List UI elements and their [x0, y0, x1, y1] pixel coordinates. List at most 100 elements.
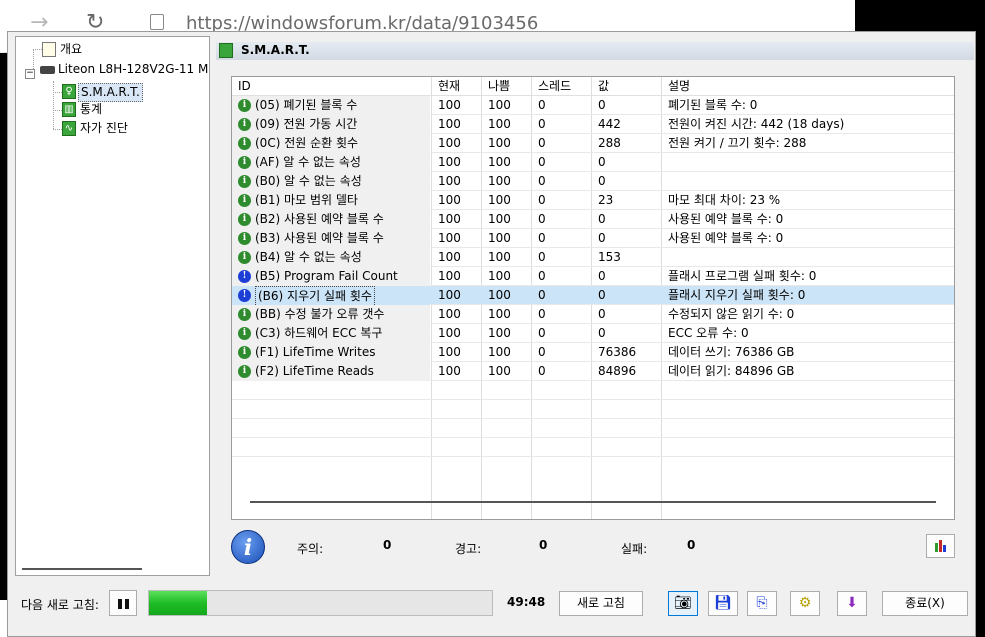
cell-worst: 100 — [488, 307, 511, 321]
cell-val: 84896 — [598, 364, 637, 378]
copy-icon: ⎘ — [756, 595, 768, 611]
cell-thr: 0 — [538, 250, 546, 264]
smart-panel: ID 현재 나쁨 스레드 값 설명 i (05) 폐기된 블록 수 100 100 0 0… — [216, 62, 974, 574]
cell-thr: 0 — [538, 326, 546, 340]
status-ok-icon: i — [238, 156, 251, 169]
drive-icon — [40, 66, 55, 74]
column-header-current[interactable]: 현재 — [438, 77, 460, 96]
attribute-name: (0C) 전원 순환 횟수 — [255, 136, 359, 150]
options-button[interactable]: ⚙ — [790, 591, 820, 616]
sidebar-scrollbar[interactable] — [22, 568, 142, 570]
cell-worst: 100 — [488, 98, 511, 112]
attribute-name: (B1) 마모 범위 델타 — [255, 193, 358, 207]
attribute-id-cell: i (B4) 알 수 없는 속성 — [232, 248, 430, 267]
cell-worst: 100 — [488, 136, 511, 150]
attribute-id-cell: i (B2) 사용된 예약 블록 수 — [232, 210, 430, 229]
screenshot-button[interactable]: 📷︎ — [668, 591, 698, 616]
cell-worst: 100 — [488, 269, 511, 283]
table-row[interactable]: i (B2) 사용된 예약 블록 수 100 100 0 0 사용된 예약 블록 수: 0 — [232, 210, 954, 229]
cell-worst: 100 — [488, 174, 511, 188]
attribute-name: (F2) LifeTime Reads — [255, 364, 374, 378]
cell-cur: 100 — [438, 364, 461, 378]
cell-worst: 100 — [488, 155, 511, 169]
table-row[interactable]: i (F2) LifeTime Reads 100 100 0 84896 데이터 읽기: … — [232, 362, 954, 381]
refresh-button[interactable]: 새로 고침 — [559, 591, 643, 616]
column-header-worst[interactable]: 나쁨 — [488, 77, 510, 96]
cell-desc: 플래시 지우기 실패 횟수: 0 — [668, 288, 806, 302]
column-header-id[interactable]: ID — [238, 77, 251, 96]
sidebar-item-label: S.M.A.R.T. — [78, 83, 143, 102]
cell-thr: 0 — [538, 307, 546, 321]
section-header: S.M.A.R.T. — [216, 42, 974, 60]
copy-button[interactable]: ⎘ — [747, 591, 777, 616]
status-ok-icon: i — [238, 99, 251, 112]
cell-cur: 100 — [438, 231, 461, 245]
sidebar-item-label: 개요 — [60, 42, 83, 56]
cell-worst: 100 — [488, 326, 511, 340]
caution-label: 주의: — [297, 542, 324, 556]
cell-cur: 100 — [438, 345, 461, 359]
column-header-value[interactable]: 값 — [598, 77, 609, 96]
cell-val: 0 — [598, 269, 606, 283]
footer-bar: 다음 새로 고침: 49:48 새로 고침 📷︎ 💾︎ ⎘ ⚙ ⬇ 종료(X) — [8, 588, 977, 632]
cell-desc: ECC 오류 수: 0 — [668, 326, 749, 340]
statistics-icon: ▥ — [62, 102, 76, 117]
table-row[interactable]: i (AF) 알 수 없는 속성 100 100 0 0 — [232, 153, 954, 172]
self-test-icon: ∿ — [62, 121, 76, 136]
table-scrollbar[interactable] — [250, 501, 936, 503]
attribute-id-cell: i (BB) 수정 불가 오류 갯수 — [232, 305, 430, 324]
table-row[interactable]: i (F1) LifeTime Writes 100 100 0 76386 데이터 쓰기:… — [232, 343, 954, 362]
status-ok-icon: i — [238, 365, 251, 378]
cell-desc: 데이터 읽기: 84896 GB — [668, 364, 795, 378]
table-row[interactable]: i (B1) 마모 범위 델타 100 100 0 23 마모 최대 차이: 23 % — [232, 191, 954, 210]
table-row[interactable]: i (B4) 알 수 없는 속성 100 100 0 153 — [232, 248, 954, 267]
cell-thr: 0 — [538, 136, 546, 150]
table-row[interactable]: i (0C) 전원 순환 횟수 100 100 0 288 전원 켜기 / 끄기 횟수: 2… — [232, 134, 954, 153]
cell-desc: 폐기된 블록 수: 0 — [668, 98, 758, 112]
download-button[interactable]: ⬇ — [837, 591, 867, 616]
attribute-id-cell: i (B1) 마모 범위 델타 — [232, 191, 430, 210]
failure-label: 실패: — [621, 542, 648, 556]
status-ok-icon: i — [238, 251, 251, 264]
attribute-name: (AF) 알 수 없는 속성 — [255, 155, 361, 169]
cell-desc: 플래시 프로그램 실패 횟수: 0 — [668, 269, 817, 283]
cell-desc: 전원 켜기 / 끄기 횟수: 288 — [668, 136, 807, 150]
table-row[interactable]: i (C3) 하드웨어 ECC 복구 100 100 0 0 ECC 오류 수: 0 — [232, 324, 954, 343]
table-row[interactable]: i (BB) 수정 불가 오류 갯수 100 100 0 0 수정되지 않은 읽기 수: 0 — [232, 305, 954, 324]
cell-worst: 100 — [488, 212, 511, 226]
table-row[interactable]: i (B0) 알 수 없는 속성 100 100 0 0 — [232, 172, 954, 191]
cell-val: 288 — [598, 136, 621, 150]
chart-button[interactable] — [926, 534, 955, 558]
table-row[interactable]: i (05) 폐기된 블록 수 100 100 0 0 폐기된 블록 수: 0 — [232, 96, 954, 115]
exit-button[interactable]: 종료(X) — [882, 591, 968, 616]
collapse-toggle[interactable]: − — [25, 69, 35, 79]
info-icon: i — [231, 530, 265, 564]
sidebar-item-label: 통계 — [80, 102, 103, 116]
table-row — [232, 400, 954, 419]
table-row[interactable]: i (09) 전원 가동 시간 100 100 0 442 전원이 켜진 시간: 442 (… — [232, 115, 954, 134]
page-title: S.M.A.R.T. — [241, 43, 310, 57]
document-icon — [42, 42, 56, 57]
refresh-progress-bar — [148, 590, 493, 616]
status-warning-icon: ! — [238, 270, 251, 283]
table-row[interactable]: i (B3) 사용된 예약 블록 수 100 100 0 0 사용된 예약 블록 수: 0 — [232, 229, 954, 248]
cell-val: 153 — [598, 250, 621, 264]
cell-cur: 100 — [438, 117, 461, 131]
table-row[interactable]: ! (B5) Program Fail Count 100 100 0 0 플래시 프로그램… — [232, 267, 954, 286]
cell-worst: 100 — [488, 288, 511, 302]
save-button[interactable]: 💾︎ — [708, 591, 738, 616]
attribute-id-cell: ! (B5) Program Fail Count — [232, 267, 430, 286]
column-header-threshold[interactable]: 스레드 — [538, 77, 571, 96]
cell-val: 0 — [598, 174, 606, 188]
attribute-name: (B2) 사용된 예약 블록 수 — [255, 212, 384, 226]
attribute-name: (BB) 수정 불가 오류 갯수 — [255, 307, 385, 321]
status-ok-icon: i — [238, 346, 251, 359]
cell-thr: 0 — [538, 98, 546, 112]
cell-desc: 사용된 예약 블록 수: 0 — [668, 231, 784, 245]
status-ok-icon: i — [238, 327, 251, 340]
cell-thr: 0 — [538, 155, 546, 169]
pause-button[interactable] — [109, 590, 137, 616]
smart-icon — [219, 43, 233, 58]
table-row[interactable]: ! (B6) 지우기 실패 횟수 100 100 0 0 플래시 지우기 실패 횟수: 0 — [232, 286, 954, 307]
column-header-description[interactable]: 설명 — [668, 77, 690, 96]
